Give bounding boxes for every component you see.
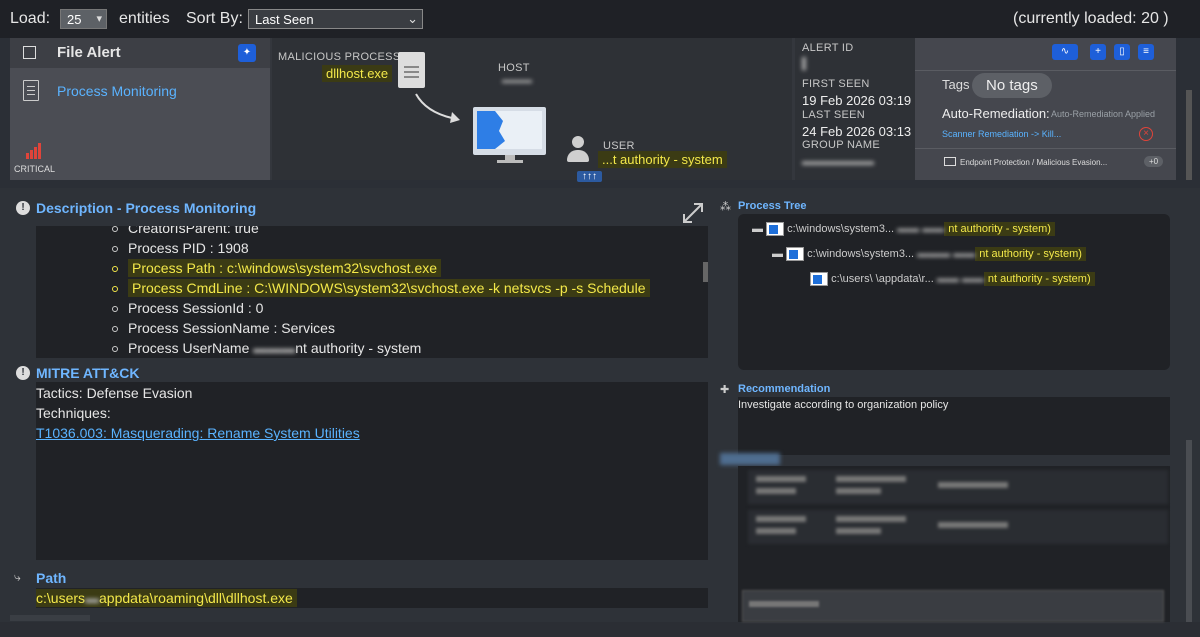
load-count-select[interactable]: 25 ▾ xyxy=(60,9,107,29)
process-icon xyxy=(810,272,828,286)
process-icon xyxy=(786,247,805,261)
comment-item xyxy=(748,470,1168,504)
malicious-process-label: MALICIOUS PROCESS xyxy=(278,51,401,63)
path-icon: ⤷ xyxy=(14,570,21,584)
alert-card-header xyxy=(10,38,270,68)
right-scrollbar[interactable] xyxy=(1186,440,1192,622)
first-seen-label: FIRST SEEN xyxy=(802,78,870,90)
comment-item xyxy=(748,510,1168,544)
tags-label: Tags xyxy=(942,77,970,92)
arrow-icon xyxy=(415,93,460,123)
description-line: Process UserName ▬▬▬nt authority - syste… xyxy=(36,338,708,358)
loaded-count-status: (currently loaded: 20 ) xyxy=(1013,10,1169,27)
recommendation-icon: ✚ xyxy=(720,384,730,396)
remediation-link[interactable]: Scanner Remediation -> Kill... xyxy=(942,129,1061,139)
divider xyxy=(915,70,1176,71)
sort-by-label: Sort By: xyxy=(186,10,243,27)
severity-bars-icon xyxy=(26,143,42,159)
process-tree-panel xyxy=(738,214,1170,370)
last-seen-label: LAST SEEN xyxy=(802,109,866,121)
mitre-tactics: Tactics: Defense Evasion xyxy=(36,385,193,401)
description-line: Process SessionId : 0 xyxy=(36,298,708,318)
path-value[interactable]: c:\users▬appdata\roaming\dll\dllhost.exe xyxy=(36,589,297,607)
severity-label: CRITICAL xyxy=(14,164,56,174)
host-computer-icon[interactable] xyxy=(473,107,546,163)
endpoint-protection-label[interactable]: Endpoint Protection / Malicious Evasion.… xyxy=(960,158,1107,167)
alert-id-value: ▌ xyxy=(802,58,810,70)
cancel-remediation-icon[interactable]: × xyxy=(1139,127,1153,141)
divider xyxy=(915,148,1176,149)
recommendation-text: Investigate according to organization po… xyxy=(738,399,949,411)
info-icon: ! xyxy=(16,201,30,215)
clipboard-icon[interactable]: ▯ xyxy=(1114,44,1130,60)
alert-source-link[interactable]: Process Monitoring xyxy=(57,83,177,99)
chevron-down-icon: ⌄ xyxy=(407,11,418,26)
host-label: HOST xyxy=(498,62,530,74)
sort-by-value: Last Seen xyxy=(255,12,314,27)
add-icon[interactable]: + xyxy=(1090,44,1106,60)
description-line: Process PID : 1908 xyxy=(36,238,708,258)
mitre-techniques-label: Techniques: xyxy=(36,405,111,421)
activity-icon[interactable]: ∿ xyxy=(1052,44,1078,60)
process-tree-node[interactable]: ▬ c:\windows\system3... ▬▬▬ ▬▬ nt authori… xyxy=(772,246,1086,261)
list-icon[interactable]: ≡ xyxy=(1138,44,1154,60)
scrollbar-thumb[interactable] xyxy=(1186,90,1192,180)
description-title: Description - Process Monitoring xyxy=(36,200,257,216)
description-line: Process Path : c:\windows\system32\svcho… xyxy=(36,258,708,278)
comments-header xyxy=(720,453,780,465)
description-panel: CreatorIsParent: true Process PID : 1908… xyxy=(36,226,708,358)
user-icon xyxy=(566,136,590,162)
process-tree-node[interactable]: c:\users\ \appdata\r... ▬▬ ▬▬ nt authorit… xyxy=(810,271,1095,286)
monitor-icon xyxy=(944,157,956,166)
info-icon: ! xyxy=(16,366,30,380)
user-value[interactable]: ...t authority - system xyxy=(598,151,727,168)
mitre-technique-link[interactable]: T1036.003: Masquerading: Rename System U… xyxy=(36,425,360,441)
auto-remediation-status: Auto-Remediation Applied xyxy=(1051,109,1156,119)
process-tree-node[interactable]: ▬ c:\windows\system3... ▬▬ ▬▬ nt authorit… xyxy=(752,221,1055,236)
last-seen-value: 24 Feb 2026 03:13 xyxy=(802,124,912,139)
path-title: Path xyxy=(36,570,67,586)
sort-by-select[interactable]: Last Seen ⌄ xyxy=(248,9,423,29)
process-tree-icon: ⁂ xyxy=(720,201,731,213)
malicious-process-value[interactable]: dllhost.exe xyxy=(322,65,393,82)
first-seen-value: 19 Feb 2026 03:19 xyxy=(802,93,912,108)
process-icon xyxy=(766,222,785,236)
document-icon xyxy=(23,80,39,101)
endpoint-count-badge: +0 xyxy=(1144,156,1164,167)
privilege-badge: ↑↑↑ xyxy=(577,171,602,182)
load-count-value: 25 xyxy=(67,12,82,27)
collapse-icon[interactable]: ▬ xyxy=(772,248,783,260)
host-value: ▬▬▬ xyxy=(502,75,532,86)
alert-id-label: ALERT ID xyxy=(802,42,854,54)
load-label: Load: xyxy=(10,10,51,27)
description-scrollbar[interactable] xyxy=(703,262,708,282)
auto-remediation-label: Auto-Remediation: xyxy=(942,106,1050,121)
bottom-edge xyxy=(0,622,1200,637)
group-name-value: ▬▬▬▬▬▬ xyxy=(802,154,874,168)
entities-label: entities xyxy=(119,10,170,27)
comment-input[interactable] xyxy=(742,590,1164,622)
select-alert-checkbox[interactable] xyxy=(23,46,36,59)
file-icon xyxy=(398,52,425,88)
process-tree-title: Process Tree xyxy=(738,200,807,212)
next-section-header xyxy=(10,615,90,621)
alert-title: File Alert xyxy=(57,44,121,61)
mitre-title: MITRE ATT&CK xyxy=(36,365,140,381)
ai-assist-icon[interactable]: ✦ xyxy=(238,44,256,62)
collapse-icon[interactable]: ▬ xyxy=(752,223,763,235)
expand-icon[interactable] xyxy=(682,202,704,224)
recommendation-title: Recommendation xyxy=(738,383,831,395)
description-line: Process SessionName : Services xyxy=(36,318,708,338)
description-line: CreatorIsParent: true xyxy=(36,226,708,238)
mitre-panel xyxy=(36,382,708,560)
chevron-down-icon: ▾ xyxy=(96,13,102,25)
group-name-label: GROUP NAME xyxy=(802,139,880,151)
no-tags-chip[interactable]: No tags xyxy=(972,73,1052,98)
description-line: Process CmdLine : C:\WINDOWS\system32\sv… xyxy=(36,278,708,298)
